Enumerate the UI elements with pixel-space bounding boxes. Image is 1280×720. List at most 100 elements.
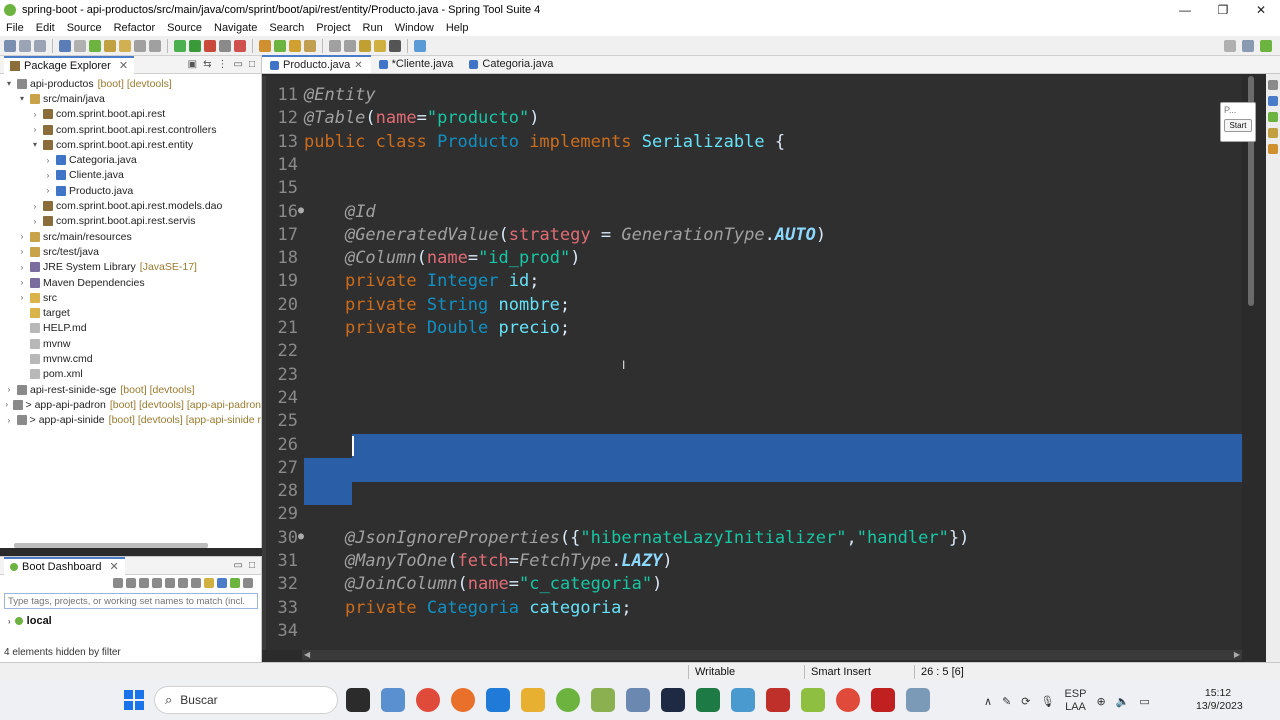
menu-item-window[interactable]: Window: [389, 22, 440, 34]
tree-item[interactable]: › Producto.java: [0, 183, 261, 198]
tab-boot-dashboard[interactable]: Boot Dashboard ✕: [4, 556, 125, 575]
language-indicator[interactable]: ESP LAA: [1064, 688, 1086, 714]
build-icon[interactable]: [104, 39, 116, 52]
mysql-workbench-icon[interactable]: [381, 688, 405, 712]
chevron-right-icon[interactable]: ›: [43, 171, 53, 180]
editor-tab[interactable]: Categoria.java: [461, 55, 561, 73]
menu-item-edit[interactable]: Edit: [30, 22, 61, 34]
close-icon[interactable]: ✕: [354, 60, 362, 71]
screen-recorder-icon[interactable]: [871, 688, 895, 712]
maximize-icon[interactable]: [1268, 80, 1278, 90]
local-target-row[interactable]: › local: [0, 611, 261, 631]
external-tools-icon[interactable]: [204, 39, 216, 52]
new-java-project-icon[interactable]: [259, 39, 271, 52]
next-annotation-icon[interactable]: [329, 39, 341, 52]
code-line[interactable]: 27: [262, 457, 1242, 480]
code-line[interactable]: 29: [262, 503, 1242, 526]
chevron-right-icon[interactable]: ›: [17, 232, 27, 241]
chevron-right-icon[interactable]: ›: [17, 278, 27, 287]
code-line[interactable]: 22: [262, 340, 1242, 363]
remote-desktop-icon[interactable]: [731, 688, 755, 712]
open-perspective-icon[interactable]: [1242, 39, 1254, 52]
battery-icon[interactable]: ▭: [1139, 695, 1149, 708]
stop-icon[interactable]: [219, 39, 231, 52]
chevron-down-icon[interactable]: ▾: [17, 94, 27, 103]
code-line[interactable]: 21 private Double precio;: [262, 317, 1242, 340]
code-line[interactable]: 14: [262, 154, 1242, 177]
minimize-view-icon[interactable]: ▭: [234, 560, 243, 571]
tree-item[interactable]: › com.sprint.boot.api.rest.servis: [0, 214, 261, 229]
toggle-icon[interactable]: [134, 39, 146, 52]
save-icon[interactable]: [19, 39, 31, 52]
windows-start-button[interactable]: [124, 690, 144, 710]
code-line[interactable]: 19 private Integer id;: [262, 270, 1242, 293]
problems-icon[interactable]: [1268, 128, 1278, 138]
menu-item-run[interactable]: Run: [357, 22, 389, 34]
add-icon[interactable]: [230, 578, 240, 588]
edit-icon[interactable]: [178, 578, 188, 588]
new-icon[interactable]: [4, 39, 16, 52]
run-icon[interactable]: [189, 39, 201, 52]
tree-item[interactable]: › com.sprint.boot.api.rest: [0, 107, 261, 122]
tree-item[interactable]: › com.sprint.boot.api.rest.controllers: [0, 122, 261, 137]
tree-item[interactable]: › Maven Dependencies: [0, 275, 261, 290]
code-line[interactable]: 16● @Id: [262, 201, 1242, 224]
outline-icon[interactable]: [1268, 96, 1278, 106]
java-perspective-icon[interactable]: [1260, 39, 1272, 52]
tree-item[interactable]: ▾ com.sprint.boot.api.rest.entity: [0, 137, 261, 152]
menu-item-navigate[interactable]: Navigate: [208, 22, 263, 34]
chevron-right-icon[interactable]: ›: [8, 617, 11, 626]
menu-item-help[interactable]: Help: [440, 22, 475, 34]
tasks-icon[interactable]: [1268, 112, 1278, 122]
code-area[interactable]: I 11 @Entity 12 @Table(name="producto") 13 pu…: [262, 76, 1242, 650]
taskbar-clock[interactable]: 15:12 13/9/2023: [1196, 687, 1243, 713]
pin-editor-icon[interactable]: [414, 39, 426, 52]
task-view-icon[interactable]: [346, 688, 370, 712]
maximize-view-icon[interactable]: □: [249, 59, 255, 70]
excel-icon[interactable]: [696, 688, 720, 712]
pen-icon[interactable]: ✎: [1002, 695, 1011, 708]
code-line[interactable]: 33 private Categoria categoria;: [262, 597, 1242, 620]
vscode-icon[interactable]: [486, 688, 510, 712]
start-button[interactable]: Start: [1224, 119, 1252, 132]
tree-item[interactable]: HELP.md: [0, 321, 261, 336]
code-line[interactable]: 13 public class Producto implements Seria…: [262, 131, 1242, 154]
code-line[interactable]: 15: [262, 177, 1242, 200]
chevron-right-icon[interactable]: ›: [17, 263, 27, 272]
code-line[interactable]: 25: [262, 410, 1242, 433]
boot-filter-input[interactable]: [4, 593, 258, 609]
tree-item[interactable]: › Cliente.java: [0, 168, 261, 183]
back-icon[interactable]: [374, 39, 386, 52]
chevron-right-icon[interactable]: ›: [30, 110, 40, 119]
chevron-right-icon[interactable]: ›: [17, 293, 27, 302]
chevron-down-icon[interactable]: ▾: [30, 140, 40, 149]
code-line[interactable]: 32 @JoinColumn(name="c_categoria"): [262, 573, 1242, 596]
console-icon[interactable]: [191, 578, 201, 588]
editor-tab[interactable]: Producto.java ✕: [262, 55, 371, 73]
menu-item-search[interactable]: Search: [263, 22, 310, 34]
filter-icon[interactable]: [217, 578, 227, 588]
code-line[interactable]: 17 @GeneratedValue(strategy = Generation…: [262, 224, 1242, 247]
menu-item-source[interactable]: Source: [61, 22, 108, 34]
menu-item-refactor[interactable]: Refactor: [108, 22, 162, 34]
code-line[interactable]: 28: [262, 480, 1242, 503]
new-spring-project-icon[interactable]: [274, 39, 286, 52]
minimize-button[interactable]: —: [1166, 3, 1204, 17]
last-edit-icon[interactable]: [359, 39, 371, 52]
terminal-icon[interactable]: [59, 39, 71, 52]
chevron-right-icon[interactable]: ›: [4, 400, 10, 409]
chevron-right-icon[interactable]: ›: [17, 247, 27, 256]
tree-item[interactable]: › Categoria.java: [0, 152, 261, 167]
close-icon[interactable]: ✕: [119, 59, 128, 72]
menu-item-source[interactable]: Source: [161, 22, 208, 34]
chevron-right-icon[interactable]: ›: [43, 156, 53, 165]
microphone-icon[interactable]: 🎙: [1041, 695, 1055, 708]
close-icon[interactable]: ✕: [110, 560, 119, 573]
tray-overflow-icon[interactable]: ∧: [984, 695, 992, 708]
minimize-view-icon[interactable]: ▭: [234, 59, 243, 70]
refresh-icon[interactable]: [113, 578, 123, 588]
snipping-tool-icon[interactable]: [906, 688, 930, 712]
filezilla-icon[interactable]: [766, 688, 790, 712]
maximize-view-icon[interactable]: □: [249, 560, 255, 571]
notepadpp-icon[interactable]: [591, 688, 615, 712]
